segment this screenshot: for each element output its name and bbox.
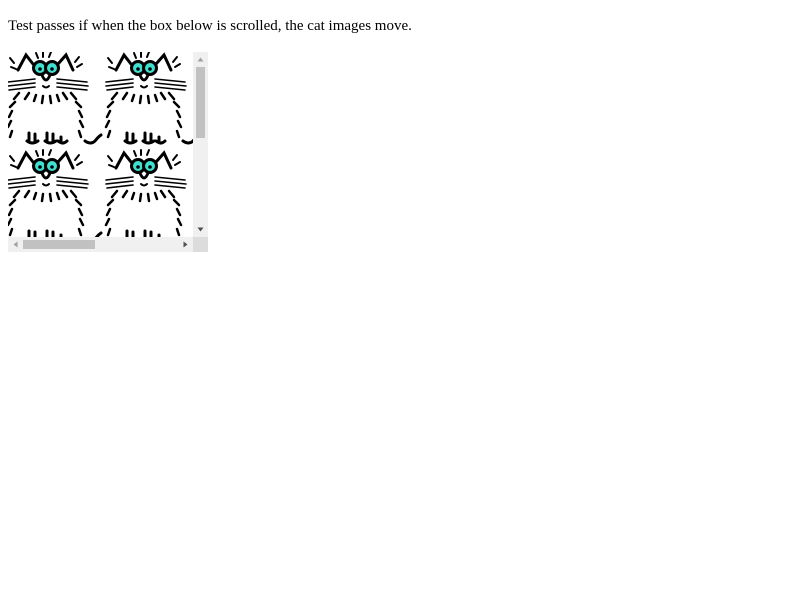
scroll-left-arrow[interactable]: [8, 237, 23, 252]
vertical-scroll-thumb[interactable]: [196, 67, 205, 138]
arrow-right-icon: [183, 241, 188, 248]
arrow-down-icon: [197, 227, 204, 232]
horizontal-scroll-thumb[interactable]: [23, 240, 95, 249]
scrollbar-corner: [193, 237, 208, 252]
arrow-up-icon: [197, 57, 204, 62]
scroll-box[interactable]: [8, 52, 208, 252]
cat-image: [8, 147, 105, 237]
arrow-left-icon: [13, 241, 18, 248]
vertical-scrollbar[interactable]: [193, 52, 208, 237]
scroll-right-arrow[interactable]: [178, 237, 193, 252]
horizontal-scrollbar[interactable]: [8, 237, 193, 252]
cat-image: [8, 52, 105, 149]
test-instruction: Test passes if when the box below is scr…: [8, 18, 412, 34]
scroll-up-arrow[interactable]: [193, 52, 208, 67]
scroll-viewport[interactable]: [8, 52, 193, 237]
cat-image: [103, 52, 193, 149]
cat-image: [103, 147, 193, 237]
cat-image-grid: [8, 52, 193, 237]
scroll-down-arrow[interactable]: [193, 222, 208, 237]
